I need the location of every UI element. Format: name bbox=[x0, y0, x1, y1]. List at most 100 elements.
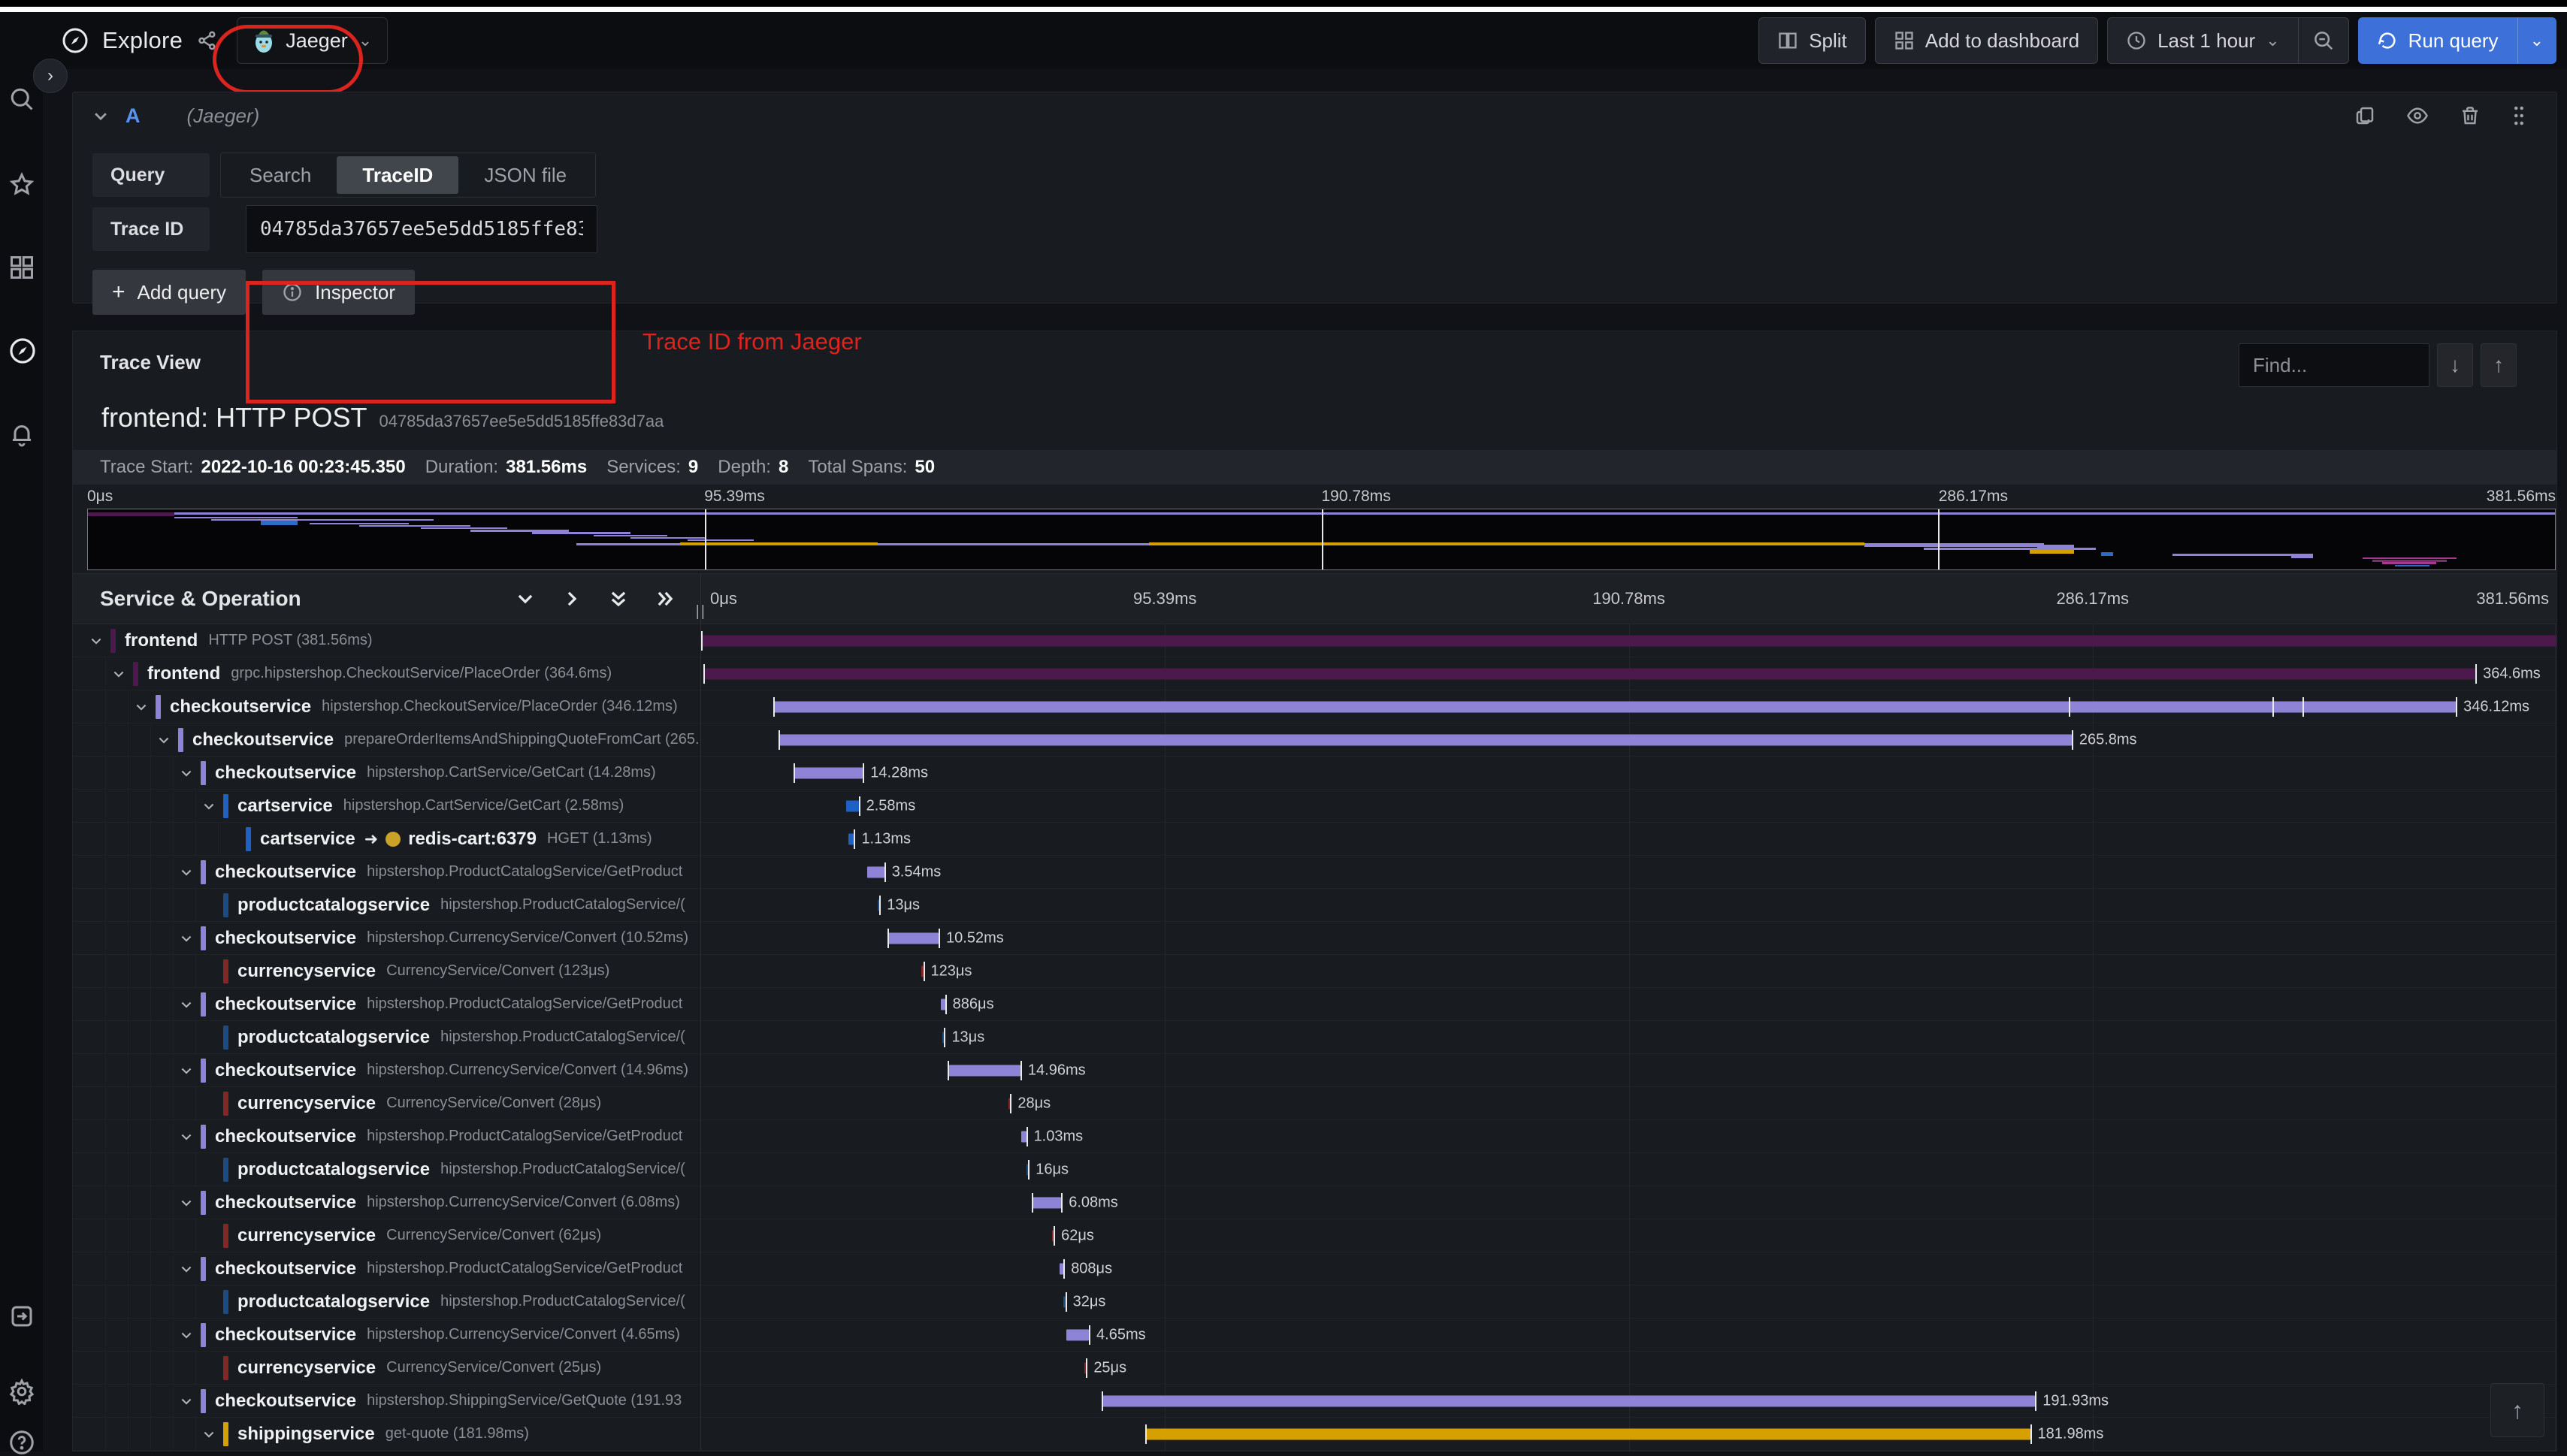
span-name-cell[interactable]: checkoutservice hipstershop.CurrencyServi… bbox=[73, 1319, 701, 1351]
find-input[interactable] bbox=[2239, 343, 2429, 387]
span-bar-cell[interactable]: 10.52ms bbox=[701, 922, 2556, 954]
span-bar-cell[interactable]: 4.65ms bbox=[701, 1319, 2556, 1351]
datasource-picker[interactable]: Jaeger ⌄ bbox=[237, 17, 389, 64]
span-duration-bar[interactable] bbox=[773, 701, 2457, 712]
collapse-all-icon[interactable] bbox=[609, 589, 628, 609]
span-duration-bar[interactable] bbox=[1031, 1197, 1062, 1208]
span-duration-bar[interactable] bbox=[1020, 1131, 1026, 1142]
share-icon[interactable] bbox=[196, 29, 219, 52]
span-bar-cell[interactable]: 181.98ms bbox=[701, 1418, 2556, 1450]
expand-one-icon[interactable] bbox=[562, 589, 582, 609]
span-name-cell[interactable]: checkoutservice hipstershop.ProductCatalo… bbox=[73, 856, 701, 888]
span-row[interactable]: checkoutservice hipstershop.CartService/G… bbox=[73, 757, 2556, 790]
span-bar-cell[interactable]: 14.96ms bbox=[701, 1054, 2556, 1086]
span-name-cell[interactable]: checkoutservice hipstershop.CartService/G… bbox=[73, 757, 701, 789]
span-name-cell[interactable]: checkoutservice prepareOrderItemsAndShipp… bbox=[73, 723, 701, 756]
split-button[interactable]: Split bbox=[1758, 17, 1866, 64]
span-row[interactable]: checkoutservice hipstershop.CurrencyServi… bbox=[73, 1054, 2556, 1087]
span-collapse-chevron-icon[interactable] bbox=[196, 799, 222, 814]
span-name-cell[interactable]: productcatalogservice hipstershop.Product… bbox=[73, 1285, 701, 1318]
span-collapse-chevron-icon[interactable] bbox=[174, 1328, 199, 1343]
span-row[interactable]: checkoutservice hipstershop.CheckoutServi… bbox=[73, 690, 2556, 723]
span-bar-cell[interactable]: 62μs bbox=[701, 1219, 2556, 1252]
span-collapse-chevron-icon[interactable] bbox=[129, 699, 154, 714]
span-duration-bar[interactable] bbox=[866, 866, 884, 878]
expand-all-icon[interactable] bbox=[655, 589, 675, 609]
search-icon[interactable] bbox=[8, 86, 35, 113]
span-duration-bar[interactable] bbox=[948, 1065, 1020, 1076]
span-duration-bar[interactable] bbox=[703, 668, 2476, 679]
span-row[interactable]: checkoutservice hipstershop.ShippingServi… bbox=[73, 1385, 2556, 1418]
query-row-header[interactable]: A (Jaeger) bbox=[73, 92, 2556, 139]
span-name-cell[interactable]: shippingservice get-quote (181.98ms) bbox=[73, 1418, 701, 1450]
span-bar-cell[interactable]: 13μs bbox=[701, 1021, 2556, 1053]
span-row[interactable]: checkoutservice hipstershop.ProductCatalo… bbox=[73, 856, 2556, 889]
span-name-cell[interactable]: checkoutservice hipstershop.CurrencyServi… bbox=[73, 922, 701, 954]
span-name-cell[interactable]: checkoutservice hipstershop.ShippingServi… bbox=[73, 1385, 701, 1417]
span-collapse-chevron-icon[interactable] bbox=[174, 1063, 199, 1078]
span-duration-bar[interactable] bbox=[848, 833, 854, 844]
span-duration-bar[interactable] bbox=[1102, 1395, 2036, 1406]
inspector-button[interactable]: Inspector bbox=[262, 270, 416, 315]
span-name-cell[interactable]: currencyservice CurrencyService/Convert (… bbox=[73, 955, 701, 987]
span-bar-cell[interactable]: 346.12ms bbox=[701, 690, 2556, 723]
span-bar-cell[interactable]: 265.8ms bbox=[701, 723, 2556, 756]
span-row[interactable]: checkoutservice prepareOrderItemsAndShipp… bbox=[73, 723, 2556, 757]
span-bar-cell[interactable]: 28μs bbox=[701, 1087, 2556, 1119]
span-name-cell[interactable]: currencyservice CurrencyService/Convert (… bbox=[73, 1352, 701, 1384]
span-duration-bar[interactable] bbox=[1066, 1329, 1089, 1340]
span-bar-cell[interactable]: 886μs bbox=[701, 988, 2556, 1020]
span-row[interactable]: shippingservice get-quote (181.98ms) 181.9… bbox=[73, 1418, 2556, 1451]
span-bar-cell[interactable]: 14.28ms bbox=[701, 757, 2556, 789]
time-range-picker[interactable]: Last 1 hour ⌄ bbox=[2107, 17, 2299, 64]
span-bar-cell[interactable]: 16μs bbox=[701, 1153, 2556, 1186]
scroll-to-top-button[interactable]: ↑ bbox=[2490, 1383, 2544, 1437]
span-bar-cell[interactable]: 25μs bbox=[701, 1352, 2556, 1384]
drag-handle-icon[interactable] bbox=[2510, 104, 2528, 127]
span-collapse-chevron-icon[interactable] bbox=[174, 865, 199, 880]
span-collapse-chevron-icon[interactable] bbox=[174, 1195, 199, 1210]
time-zoom-out-button[interactable] bbox=[2298, 17, 2349, 64]
span-name-cell[interactable]: checkoutservice hipstershop.ProductCatalo… bbox=[73, 988, 701, 1020]
span-row[interactable]: productcatalogservice hipstershop.Product… bbox=[73, 1285, 2556, 1319]
span-collapse-chevron-icon[interactable] bbox=[151, 733, 177, 748]
span-row[interactable]: cartservice hipstershop.CartService/GetCa… bbox=[73, 790, 2556, 823]
span-bar-cell[interactable] bbox=[701, 624, 2556, 657]
query-type-tab-json-file[interactable]: JSON file bbox=[458, 156, 592, 194]
settings-gear-icon[interactable] bbox=[8, 1378, 35, 1405]
span-row[interactable]: productcatalogservice hipstershop.Product… bbox=[73, 1153, 2556, 1186]
span-collapse-chevron-icon[interactable] bbox=[106, 666, 132, 681]
collapse-one-icon[interactable] bbox=[516, 589, 535, 609]
span-duration-bar[interactable] bbox=[778, 734, 2072, 745]
span-name-cell[interactable]: currencyservice CurrencyService/Convert (… bbox=[73, 1219, 701, 1252]
span-row[interactable]: checkoutservice hipstershop.ProductCatalo… bbox=[73, 1252, 2556, 1285]
span-bar-cell[interactable]: 6.08ms bbox=[701, 1186, 2556, 1219]
query-type-tab-search[interactable]: Search bbox=[224, 156, 337, 194]
span-row[interactable]: currencyservice CurrencyService/Convert (… bbox=[73, 1087, 2556, 1120]
trace-id-input[interactable] bbox=[246, 205, 597, 253]
span-name-cell[interactable]: productcatalogservice hipstershop.Product… bbox=[73, 889, 701, 921]
span-row[interactable]: productcatalogservice hipstershop.Product… bbox=[73, 1021, 2556, 1054]
span-bar-cell[interactable]: 123μs bbox=[701, 955, 2556, 987]
span-name-cell[interactable]: cartservice ➜ redis-cart:6379 HGET (1.13ms) bbox=[73, 823, 701, 855]
toggle-visibility-eye-icon[interactable] bbox=[2405, 104, 2430, 127]
span-row[interactable]: cartservice ➜ redis-cart:6379 HGET (1.13ms)… bbox=[73, 823, 2556, 856]
span-name-cell[interactable]: productcatalogservice hipstershop.Product… bbox=[73, 1153, 701, 1186]
span-collapse-chevron-icon[interactable] bbox=[174, 997, 199, 1012]
span-bar-cell[interactable]: 364.6ms bbox=[701, 657, 2556, 690]
span-bar-cell[interactable]: 2.58ms bbox=[701, 790, 2556, 822]
starred-icon[interactable] bbox=[8, 171, 35, 198]
sidebar-expand-button[interactable]: › bbox=[33, 59, 68, 93]
span-bar-cell[interactable]: 808μs bbox=[701, 1252, 2556, 1285]
trace-minimap[interactable] bbox=[87, 509, 2556, 570]
explore-icon[interactable] bbox=[8, 337, 37, 365]
span-collapse-chevron-icon[interactable] bbox=[174, 1261, 199, 1276]
collapse-chevron-icon[interactable] bbox=[92, 107, 109, 124]
add-to-dashboard-button[interactable]: Add to dashboard bbox=[1874, 17, 2099, 64]
span-row[interactable]: checkoutservice hipstershop.ProductCatalo… bbox=[73, 1120, 2556, 1153]
span-row[interactable]: frontend HTTP POST (381.56ms) bbox=[73, 624, 2556, 657]
span-name-cell[interactable]: cartservice hipstershop.CartService/GetCa… bbox=[73, 790, 701, 822]
span-collapse-chevron-icon[interactable] bbox=[174, 1394, 199, 1409]
span-duration-bar[interactable] bbox=[1144, 1428, 2030, 1439]
span-collapse-chevron-icon[interactable] bbox=[83, 633, 109, 648]
